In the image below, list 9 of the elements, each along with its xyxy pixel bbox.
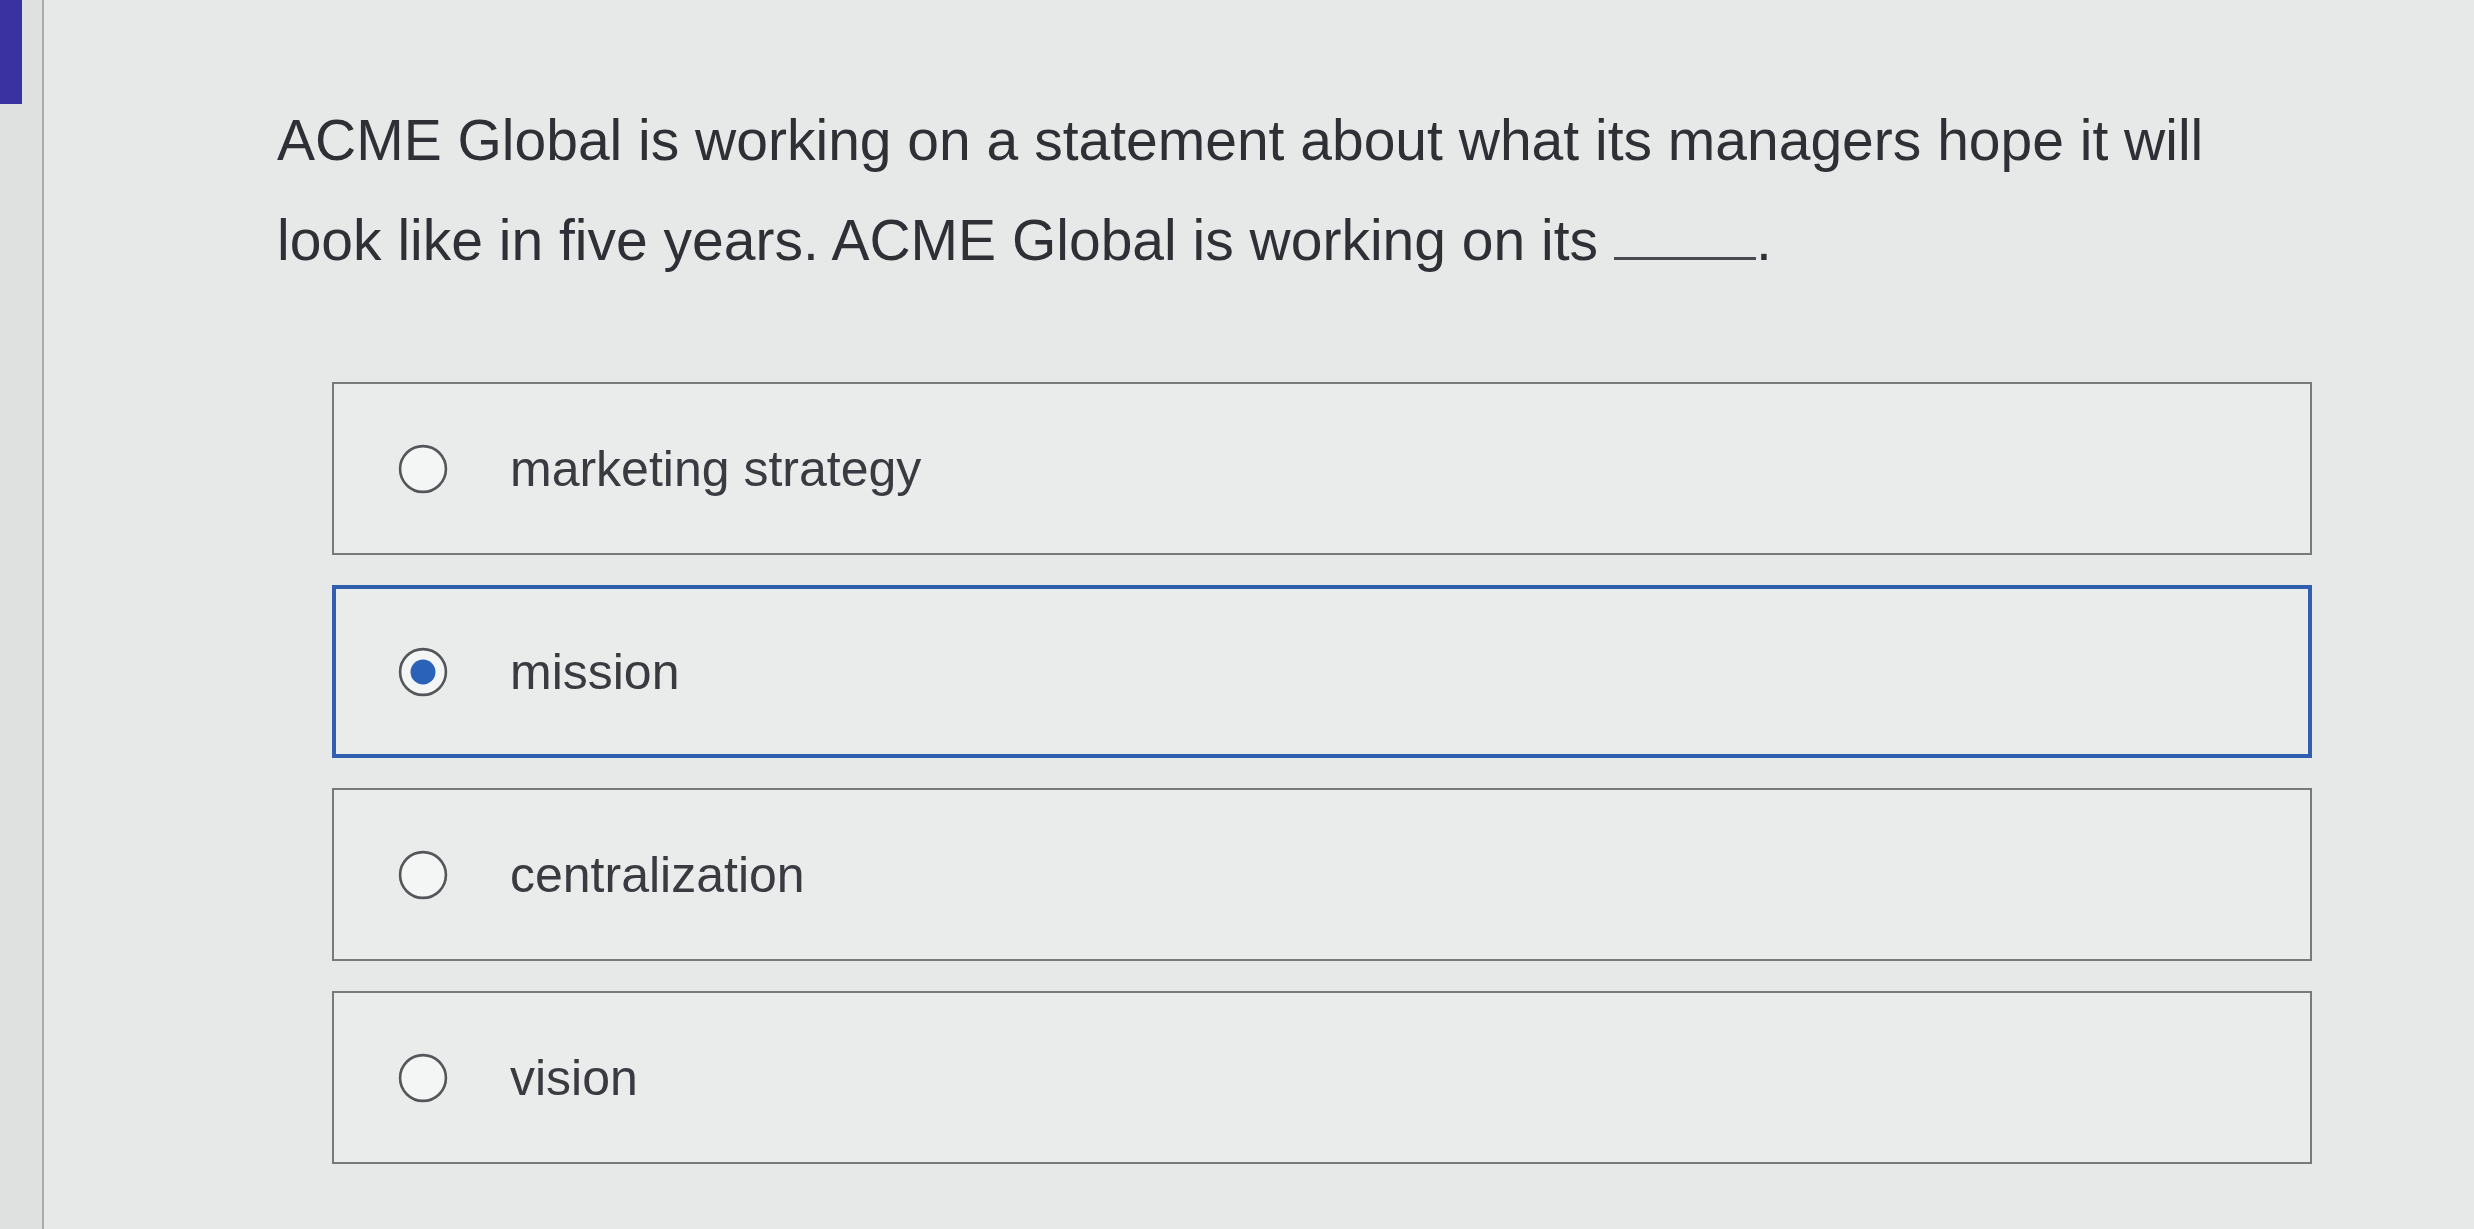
- radio-button[interactable]: [398, 849, 448, 900]
- answer-option[interactable]: vision: [332, 991, 2312, 1164]
- answer-option[interactable]: mission: [332, 585, 2312, 758]
- radio-button[interactable]: [398, 1052, 448, 1103]
- answer-option[interactable]: centralization: [332, 788, 2312, 961]
- radio-button[interactable]: [398, 443, 448, 494]
- radio-button[interactable]: [398, 646, 448, 697]
- answer-option[interactable]: marketing strategy: [332, 382, 2312, 555]
- question-text: ACME Global is working on a statement about what its managers hope it will look like in five years. ACME Global is working on its .: [277, 107, 2205, 274]
